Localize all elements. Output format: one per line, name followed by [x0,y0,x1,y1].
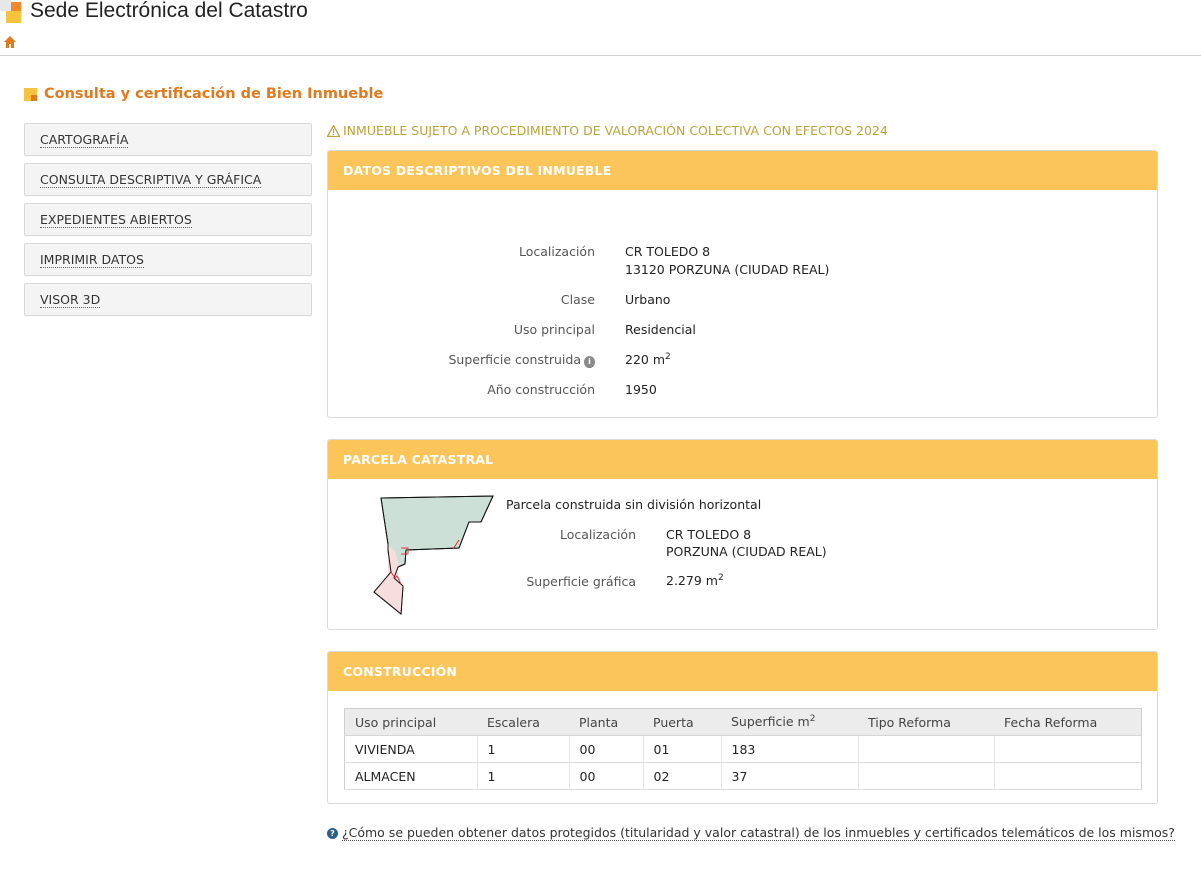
parcela-superficie-value: 2.279 m2 [666,573,724,589]
warning-icon [326,124,341,138]
panel-title: CONSTRUCCIÓN [328,652,1157,691]
parcela-tipo: Parcela construida sin división horizont… [506,497,762,512]
page-title: Consulta y certificación de Bien Inmuebl… [44,86,384,102]
col-puerta: Puerta [643,708,721,736]
cell [858,762,995,790]
construccion-panel: CONSTRUCCIÓN Uso principal Escalera Plan… [327,651,1158,804]
sidebar-item-imprimir[interactable]: IMPRIMIR DATOS [24,243,312,276]
superficie-value: 220 m2 [625,352,671,368]
help-link-row: ? ¿Cómo se pueden obtener datos protegido… [327,825,1175,841]
parcela-panel: PARCELA CATASTRAL Parcela construida sin… [327,439,1158,630]
col-planta: Planta [569,708,643,736]
question-icon: ? [327,828,338,839]
localizacion-label: Localización [518,244,595,259]
panel-title: DATOS DESCRIPTIVOS DEL INMUEBLE [328,151,1157,190]
col-superficie: Superficie m2 [721,708,858,736]
clase-label: Clase [560,292,595,307]
anio-value: 1950 [625,382,657,397]
sidebar: CARTOGRAFÍA CONSULTA DESCRIPTIVA Y GRÁFI… [24,123,312,323]
warning-text: INMUEBLE SUJETO A PROCEDIMIENTO DE VALOR… [343,123,888,138]
panel-title: PARCELA CATASTRAL [328,440,1157,479]
app-title: Sede Electrónica del Catastro [30,0,308,22]
table-header-row: Uso principal Escalera Planta Puerta Sup… [344,708,1142,736]
superficie-label: Superficie construida [448,352,582,367]
cell: ALMACEN [344,762,478,790]
home-icon[interactable] [3,35,17,49]
cell: 1 [477,762,570,790]
superficie-label-wrap: Superficie construida i [328,352,595,368]
sidebar-item-label[interactable]: IMPRIMIR DATOS [40,253,144,268]
cell: 00 [569,762,644,790]
sidebar-item-label[interactable]: VISOR 3D [40,293,101,308]
cell: 37 [721,762,859,790]
table-row: VIVIENDA 1 00 01 183 [344,735,1142,763]
table-row: ALMACEN 1 00 02 37 [344,762,1142,790]
construccion-table: Uso principal Escalera Planta Puerta Sup… [344,708,1142,790]
sidebar-item-cartografia[interactable]: CARTOGRAFÍA [24,123,312,156]
col-fecha-reforma: Fecha Reforma [994,708,1142,736]
parcela-localizacion-line2: PORZUNA (CIUDAD REAL) [666,544,827,559]
sidebar-item-consulta[interactable]: CONSULTA DESCRIPTIVA Y GRÁFICA [24,163,312,196]
header: Sede Electrónica del Catastro [0,0,1201,30]
cell: 183 [721,735,859,763]
cell: 00 [569,735,644,763]
localizacion-line2: 13120 PORZUNA (CIUDAD REAL) [625,262,830,277]
breadcrumb [0,33,1201,56]
cell: VIVIENDA [344,735,478,763]
section-icon [24,88,37,101]
help-link[interactable]: ¿Cómo se pueden obtener datos protegidos… [342,825,1175,841]
sidebar-item-label[interactable]: EXPEDIENTES ABIERTOS [40,213,192,228]
sidebar-item-label[interactable]: CARTOGRAFÍA [40,133,129,148]
col-uso: Uso principal [344,708,477,736]
cell: 02 [643,762,722,790]
uso-value: Residencial [625,322,696,337]
cell [858,735,995,763]
parcel-map-thumbnail[interactable] [371,494,496,616]
valuation-warning: INMUEBLE SUJETO A PROCEDIMIENTO DE VALOR… [326,123,888,138]
cell [994,762,1142,790]
cell [994,735,1142,763]
info-icon[interactable]: i [584,356,595,368]
parcela-localizacion-line1: CR TOLEDO 8 [666,527,752,542]
uso-label: Uso principal [513,322,595,337]
col-escalera: Escalera [477,708,569,736]
catastro-logo [0,0,22,24]
cell: 1 [477,735,570,763]
col-tipo-reforma: Tipo Reforma [858,708,994,736]
datos-descriptivos-panel: DATOS DESCRIPTIVOS DEL INMUEBLE Localiza… [327,150,1158,418]
sidebar-item-expedientes[interactable]: EXPEDIENTES ABIERTOS [24,203,312,236]
cell: 01 [643,735,722,763]
anio-label: Año construcción [487,382,595,397]
localizacion-line1: CR TOLEDO 8 [625,244,711,259]
clase-value: Urbano [625,292,671,307]
parcela-localizacion-label: Localización [559,527,636,542]
parcela-superficie-label: Superficie gráfica [526,574,636,589]
sidebar-item-visor3d[interactable]: VISOR 3D [24,283,312,316]
sidebar-item-label[interactable]: CONSULTA DESCRIPTIVA Y GRÁFICA [40,173,262,188]
